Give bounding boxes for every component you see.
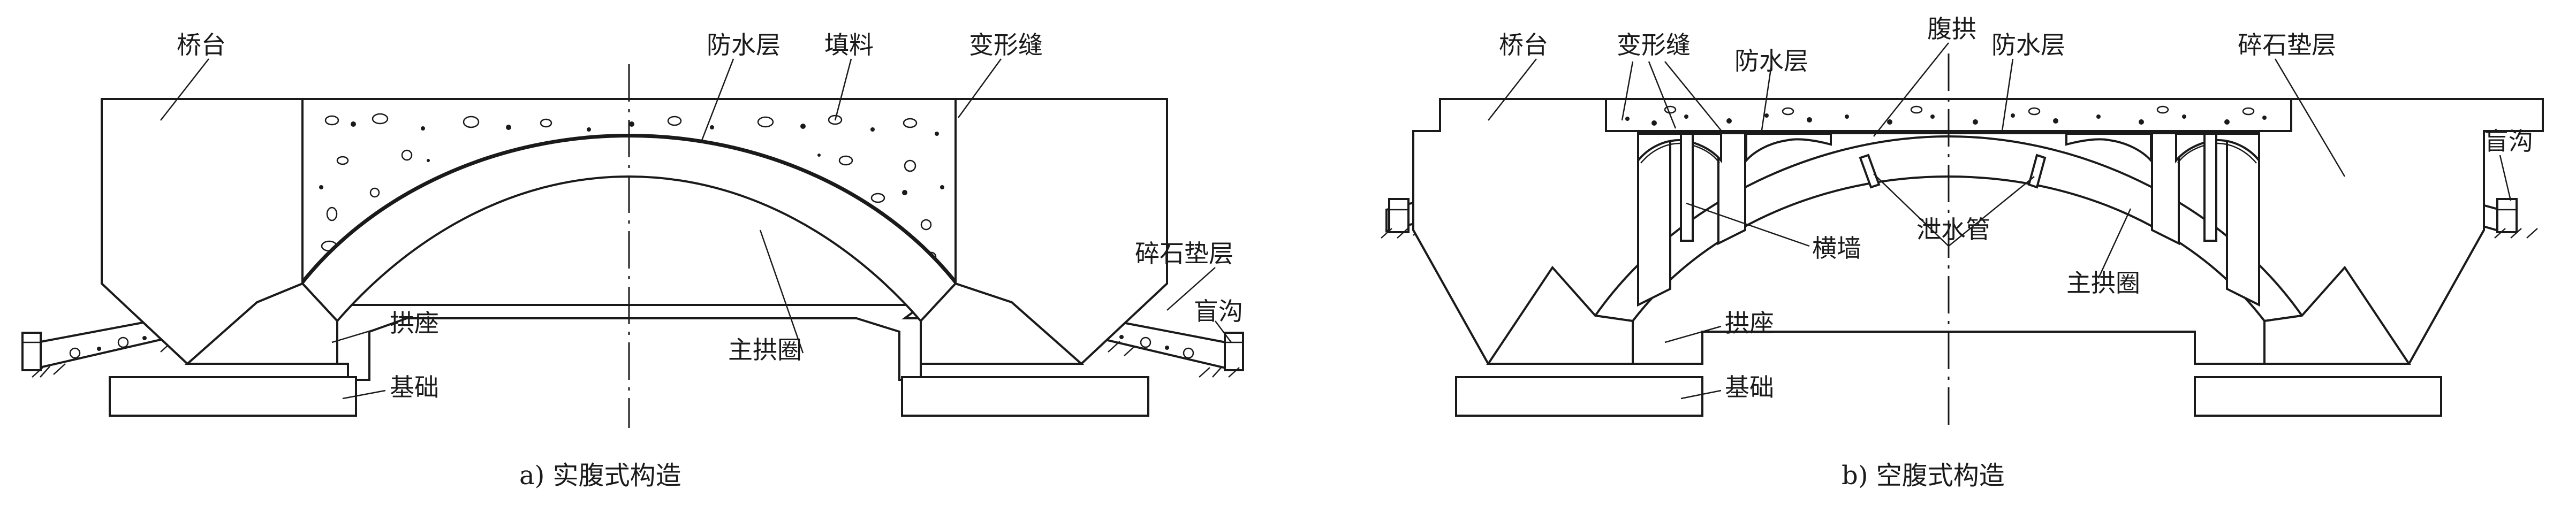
drawing-stage: 桥台 防水层 填料 变形缝 碎石垫层 盲沟 拱座 基础 主拱圈 a) 实腹式构造 (0, 0, 2576, 505)
left-label-waterproof: 防水层 (707, 30, 781, 59)
left-label-joint: 变形缝 (969, 30, 1043, 59)
left-label-skewback: 拱座 (390, 309, 439, 338)
right-foundation-right (2194, 376, 2442, 417)
right-blind-drain-right (2496, 198, 2518, 233)
open-spandrel-bridge: 桥台 变形缝 防水层 腹拱 防水层 碎石垫层 盲沟 横墙 泄水管 主拱圈 拱座 … (1381, 14, 2544, 491)
right-label-waterproof-1: 防水层 (1734, 47, 1808, 75)
left-label-main-arch: 主拱圈 (728, 335, 802, 364)
right-cross-wall-left (1680, 133, 1694, 242)
right-label-joint: 变形缝 (1617, 30, 1691, 59)
right-label-skewback: 拱座 (1725, 309, 1774, 338)
left-label-gravel: 碎石垫层 (1135, 239, 1233, 268)
right-caption: b) 空腹式构造 (1842, 461, 2005, 491)
left-blind-drain-left (21, 332, 42, 371)
right-label-main-arch: 主拱圈 (2066, 269, 2140, 297)
right-label-abutment: 桥台 (1499, 30, 1548, 59)
right-label-waterproof-2: 防水层 (1991, 30, 2065, 59)
right-label-foundation: 基础 (1725, 373, 1774, 402)
right-label-drain: 盲沟 (2484, 127, 2533, 156)
right-cross-wall-right (2203, 133, 2217, 242)
solid-spandrel-bridge: 桥台 防水层 填料 变形缝 碎石垫层 盲沟 拱座 基础 主拱圈 a) 实腹式构造 (21, 30, 1244, 491)
left-foundation-right (901, 376, 1149, 417)
left-foundation-left (109, 376, 357, 417)
right-label-cross-wall: 横墙 (1812, 234, 1861, 263)
right-blind-drain-left (1388, 198, 1410, 233)
right-label-spandrel-arch: 腹拱 (1927, 14, 1976, 43)
left-label-foundation: 基础 (390, 373, 439, 402)
left-label-drain: 盲沟 (1194, 297, 1243, 326)
right-label-gravel: 碎石垫层 (2238, 30, 2336, 59)
right-label-drain-pipe: 泄水管 (1916, 215, 1990, 244)
left-caption: a) 实腹式构造 (519, 461, 681, 491)
left-label-abutment: 桥台 (177, 30, 226, 59)
left-label-fill: 填料 (824, 30, 874, 59)
arch-bridge-construction-diagram: 桥台 防水层 填料 变形缝 碎石垫层 盲沟 拱座 基础 主拱圈 a) 实腹式构造 (21, 14, 2544, 491)
right-foundation-left (1455, 376, 1703, 417)
